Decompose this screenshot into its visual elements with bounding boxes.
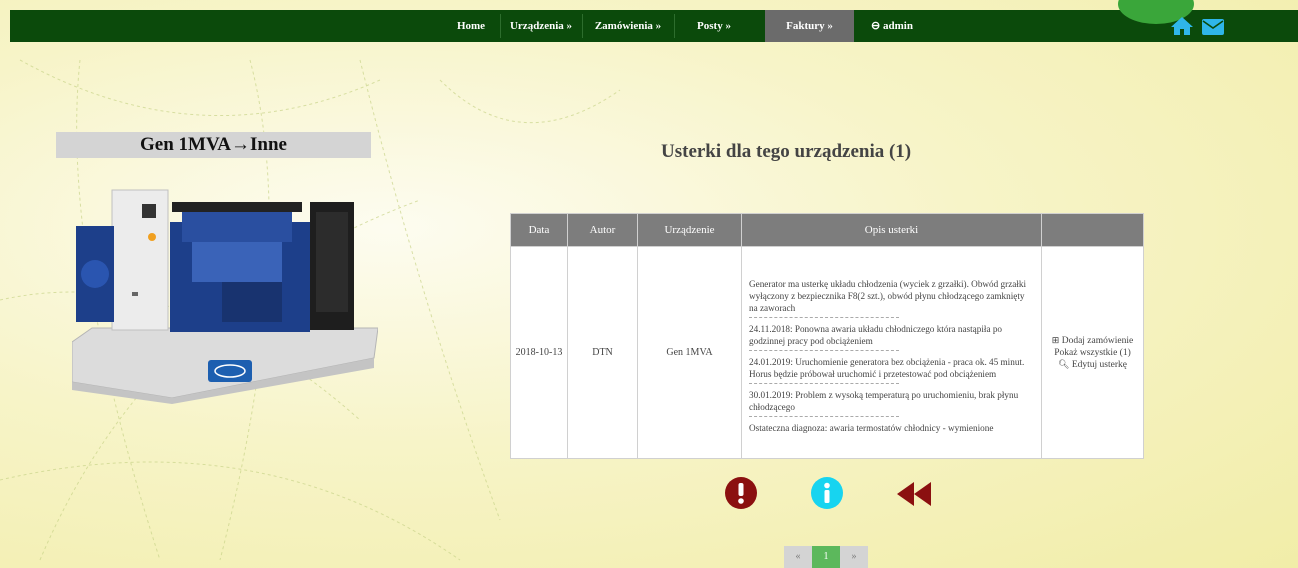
plus-square-icon: ⊞ <box>1051 335 1060 346</box>
column-header-author[interactable]: Autor <box>567 213 638 247</box>
pagination-page-1[interactable]: 1 <box>812 546 840 568</box>
edit-fault-link[interactable]: 🔍︎ Edytuj usterkę <box>1042 359 1143 371</box>
device-title: Gen 1MVA→Inne <box>140 134 287 155</box>
nav-home[interactable]: Home <box>442 10 500 42</box>
description-paragraph: 24.11.2018: Ponowna awaria układu chłodn… <box>749 323 1003 346</box>
description-divider <box>749 382 899 384</box>
nav-urzadzenia[interactable]: Urządzenia » <box>500 10 582 42</box>
add-order-link[interactable]: ⊞ Dodaj zamówienie <box>1042 335 1143 347</box>
description-divider <box>749 349 899 351</box>
nav-posty[interactable]: Posty » <box>674 10 754 42</box>
fast-backward-icon[interactable] <box>897 482 931 506</box>
edit-fault-label: Edytuj usterkę <box>1071 359 1127 370</box>
table-row: 2018-10-13 DTN Gen 1MVA Generator ma ust… <box>510 246 1144 459</box>
table-header-row: Data Autor Urządzenie Opis usterki <box>510 213 1144 247</box>
cell-device: Gen 1MVA <box>637 246 742 459</box>
nav-faktury[interactable]: Faktury » <box>765 10 854 42</box>
pagination-prev[interactable]: « <box>784 546 812 568</box>
description-divider <box>749 415 899 417</box>
description-paragraph: 24.01.2019: Uruchomienie generatora bez … <box>749 356 1025 379</box>
nav-zamowienia[interactable]: Zamówienia » <box>582 10 674 42</box>
cell-author: DTN <box>567 246 638 459</box>
home-icon[interactable] <box>1170 16 1194 36</box>
exclamation-circle-icon[interactable] <box>725 477 757 509</box>
envelope-icon[interactable] <box>1202 19 1224 35</box>
cell-description: Generator ma usterkę układu chłodzenia (… <box>741 246 1042 459</box>
add-order-label: Dodaj zamówienie <box>1061 335 1134 346</box>
column-header-actions <box>1041 213 1144 247</box>
top-nav-bar: Home Urządzenia » Zamówienia » Posty » F… <box>10 0 1298 42</box>
description-paragraph: 30.01.2019: Problem z wysoką temperaturą… <box>749 389 1019 412</box>
pagination: « 1 » <box>784 546 868 568</box>
show-all-link[interactable]: Pokaż wszystkie (1) <box>1042 347 1143 359</box>
column-header-date[interactable]: Data <box>510 213 568 247</box>
faults-table: Data Autor Urządzenie Opis usterki 2018-… <box>510 213 1144 459</box>
cell-actions: ⊞ Dodaj zamówienie Pokaż wszystkie (1) 🔍… <box>1041 246 1144 459</box>
column-header-device[interactable]: Urządzenie <box>637 213 742 247</box>
device-title-box: Gen 1MVA→Inne <box>56 132 371 158</box>
description-divider <box>749 316 899 318</box>
cell-date: 2018-10-13 <box>510 246 568 459</box>
nav-admin[interactable]: ⊖ admin <box>862 10 922 42</box>
zoom-icon: 🔍︎ <box>1058 359 1070 370</box>
description-paragraph: Ostateczna diagnoza: awaria termostatów … <box>749 422 994 433</box>
description-paragraph: Generator ma usterkę układu chłodzenia (… <box>749 278 1027 313</box>
info-circle-icon[interactable] <box>811 477 843 509</box>
generator-image <box>72 189 378 404</box>
pagination-next[interactable]: » <box>840 546 868 568</box>
faults-heading: Usterki dla tego urządzenia (1) <box>661 141 912 162</box>
column-header-description[interactable]: Opis usterki <box>741 213 1042 247</box>
